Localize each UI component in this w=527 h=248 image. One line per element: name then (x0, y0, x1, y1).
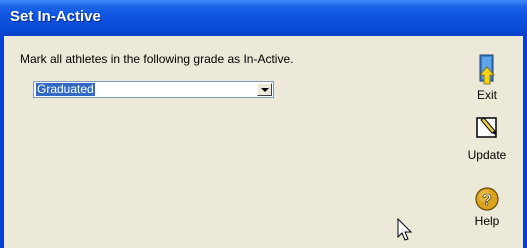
help-button[interactable]: ? Help (462, 186, 512, 228)
instruction-label: Mark all athletes in the following grade… (20, 52, 294, 66)
update-label: Update (467, 148, 507, 162)
grade-select-value: Graduated (36, 82, 95, 96)
exit-label: Exit (476, 88, 497, 102)
grade-select[interactable]: Graduated (33, 81, 274, 98)
help-label: Help (474, 214, 500, 228)
exit-button[interactable]: Exit (462, 54, 512, 102)
dropdown-arrow-icon[interactable] (257, 83, 272, 96)
mouse-pointer-icon (397, 218, 413, 241)
exit-door-icon (479, 54, 495, 85)
help-question-icon: ? (475, 187, 499, 211)
title-bar[interactable]: Set In-Active (0, 0, 527, 36)
pencil-note-icon (476, 117, 497, 138)
dialog-client-area (4, 36, 523, 248)
set-inactive-window: Set In-Active Mark all athletes in the f… (0, 0, 527, 248)
svg-text:?: ? (482, 192, 492, 209)
update-button[interactable]: Update (462, 114, 512, 162)
window-title: Set In-Active (10, 8, 101, 25)
window-right-border (523, 36, 527, 248)
